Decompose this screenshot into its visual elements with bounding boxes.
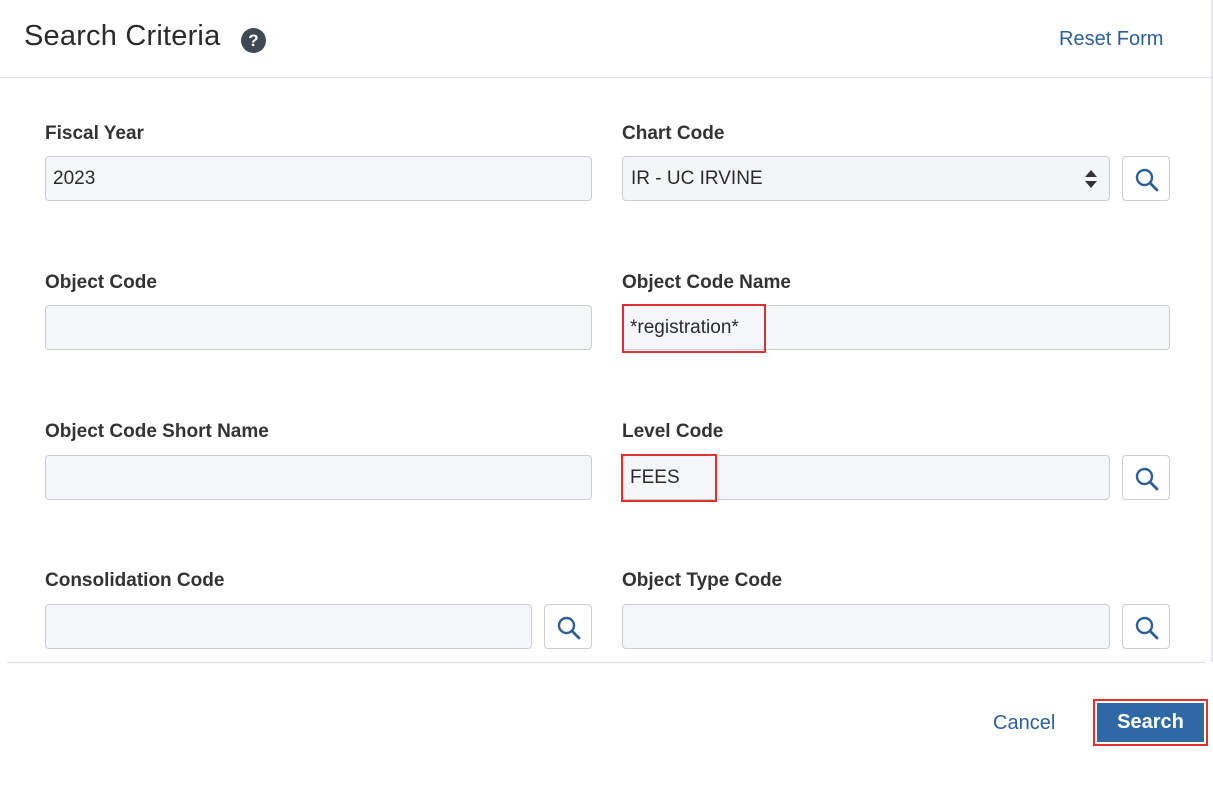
object-code-input[interactable] — [45, 305, 592, 350]
fiscal-year-label: Fiscal Year — [45, 123, 144, 144]
consolidation-code-label: Consolidation Code — [45, 570, 225, 591]
chart-code-label: Chart Code — [622, 123, 725, 144]
search-icon — [1135, 467, 1159, 491]
search-criteria-panel: Search Criteria ? Reset Form Fiscal Year… — [0, 0, 1213, 785]
object-type-code-input[interactable] — [622, 604, 1110, 649]
search-icon — [1135, 168, 1159, 192]
object-code-short-name-input[interactable] — [45, 455, 592, 500]
search-button-label: Search — [1097, 703, 1204, 742]
help-icon[interactable]: ? — [241, 28, 266, 53]
page-title: Search Criteria — [24, 20, 221, 52]
object-type-code-lookup-button[interactable] — [1122, 604, 1170, 649]
object-code-name-input[interactable] — [622, 305, 1170, 350]
consolidation-code-input[interactable] — [45, 604, 532, 649]
level-code-lookup-button[interactable] — [1122, 455, 1170, 500]
panel-header: Search Criteria ? Reset Form — [0, 0, 1213, 78]
object-type-code-label: Object Type Code — [622, 570, 783, 591]
search-button[interactable]: Search — [1093, 699, 1208, 746]
chart-code-lookup-button[interactable] — [1122, 156, 1170, 201]
object-code-name-label: Object Code Name — [622, 272, 791, 293]
sort-arrows-icon — [1085, 170, 1097, 188]
chart-code-select[interactable]: IR - UC IRVINE — [622, 156, 1110, 201]
search-icon — [557, 616, 581, 640]
level-code-input[interactable] — [622, 455, 1110, 500]
object-code-short-name-label: Object Code Short Name — [45, 421, 269, 442]
chart-code-selected-value: IR - UC IRVINE — [631, 168, 763, 189]
search-icon — [1135, 616, 1159, 640]
cancel-button[interactable]: Cancel — [993, 712, 1055, 735]
footer-divider — [7, 662, 1206, 663]
object-code-label: Object Code — [45, 272, 157, 293]
reset-form-link[interactable]: Reset Form — [1059, 28, 1163, 51]
level-code-label: Level Code — [622, 421, 724, 442]
fiscal-year-input[interactable] — [45, 156, 592, 201]
consolidation-code-lookup-button[interactable] — [544, 604, 592, 649]
